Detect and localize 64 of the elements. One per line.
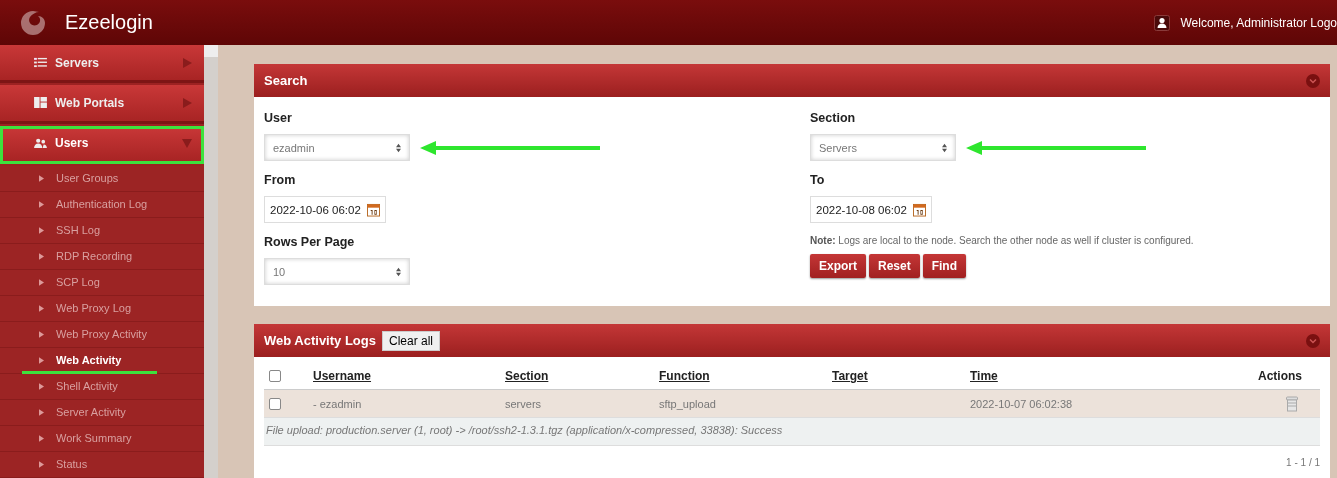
calendar-icon[interactable] [366, 202, 380, 217]
select-all-checkbox[interactable] [269, 370, 281, 382]
select-field[interactable]: ezadmin [264, 134, 410, 161]
panel-title: Search [264, 73, 309, 88]
panel-title: Web Activity Logs [264, 333, 376, 348]
bullet-icon [39, 201, 44, 208]
bullet-icon [39, 305, 44, 312]
welcome-text: Welcome, Administrator Logo [1180, 15, 1337, 30]
grid-icon [34, 97, 47, 109]
row-checkbox[interactable] [269, 397, 281, 410]
bullet-icon [39, 253, 44, 260]
bullet-icon [39, 383, 44, 390]
log-detail: File upload: production.server (1, root) -> /root/ssh2-1.3.1.tgz (application/x-compressed, 33838): Success [264, 418, 1320, 446]
action-button[interactable]: Export [810, 254, 866, 278]
brand-name: Ezeelogin [65, 11, 153, 34]
nav-item[interactable]: Web Portals [0, 85, 204, 124]
bullet-icon [39, 461, 44, 468]
field-label: Rows Per Page [264, 235, 356, 249]
bullet-icon [39, 227, 44, 234]
sort-arrows-icon [942, 142, 947, 153]
column-header[interactable]: Username [313, 369, 505, 383]
caret-down-icon [182, 138, 192, 149]
list-icon [34, 57, 47, 69]
date-field[interactable]: 2022-10-06 06:02 [264, 196, 386, 223]
date-field[interactable]: 2022-10-08 06:02 [810, 196, 932, 223]
field-label: Section [810, 111, 857, 125]
bullet-icon [39, 435, 44, 442]
bullet-icon [39, 175, 44, 182]
trash-icon[interactable] [1286, 395, 1298, 412]
select-field[interactable]: Servers [810, 134, 956, 161]
scrollbar[interactable] [204, 45, 218, 478]
clear-all-button[interactable]: Clear all [381, 330, 440, 351]
collapse-icon[interactable] [1306, 333, 1320, 348]
table-cell-text: - ezadmin [313, 397, 363, 410]
users-icon [34, 137, 47, 149]
column-header[interactable]: Target [832, 369, 970, 383]
bullet-icon [39, 357, 44, 364]
bullet-icon [39, 331, 44, 338]
bullet-icon [39, 279, 44, 286]
select-field[interactable]: 10 [264, 258, 410, 285]
sort-arrows-icon [396, 142, 401, 153]
nav-item[interactable]: Users [0, 125, 204, 164]
nav-item[interactable]: Servers [0, 45, 204, 84]
caret-right-icon [182, 98, 192, 108]
column-header[interactable]: Function [659, 369, 832, 383]
field-label: User [264, 111, 293, 125]
collapse-icon[interactable] [1306, 73, 1320, 88]
note-text: Note: Logs are local to the node. Search the other node as well if cluster is configured. [810, 235, 1195, 246]
calendar-icon[interactable] [912, 202, 926, 217]
column-header: Actions [1257, 369, 1303, 383]
field-label: From [264, 173, 297, 187]
column-header[interactable]: Section [505, 369, 659, 383]
table-cell-text: sftp_upload [659, 397, 717, 410]
pagination-text: 1 - 1 / 1 [1286, 457, 1320, 468]
bullet-icon [39, 409, 44, 416]
caret-right-icon [182, 57, 192, 68]
action-button[interactable]: Find [922, 254, 967, 278]
user-icon[interactable] [1154, 14, 1171, 31]
field-label: To [810, 173, 826, 187]
column-header[interactable]: Time [970, 369, 1240, 383]
sort-arrows-icon [396, 266, 401, 277]
action-button[interactable]: Reset [869, 254, 920, 278]
table-cell-text: 2022-10-07 06:02:38 [970, 397, 1074, 410]
table-cell-text: servers [505, 397, 543, 410]
